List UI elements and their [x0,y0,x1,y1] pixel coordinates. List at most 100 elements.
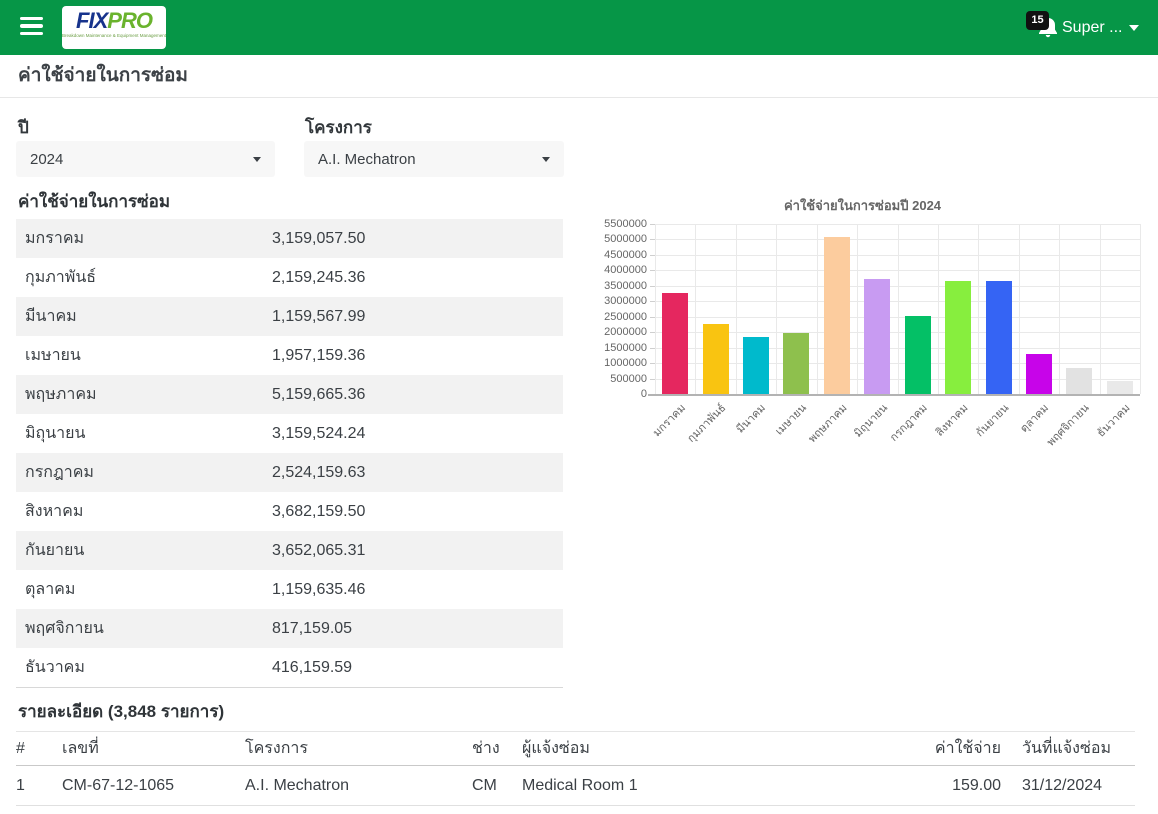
divider [0,97,1158,98]
y-tick-label: 5000000 [575,233,647,245]
y-tick-label: 4000000 [575,264,647,276]
month-amount: 3,159,524.24 [272,425,563,443]
month-amount: 3,682,159.50 [272,503,563,521]
month-name: มิถุนายน [16,421,272,446]
year-label: ปี [18,114,29,141]
logo-fix: FIX [76,8,107,33]
page-title: ค่าใช้จ่ายในการซ่อม [18,60,188,90]
month-amount: 2,524,159.63 [272,464,563,482]
logo-pro: PRO [107,8,152,33]
chart-bar [662,293,688,394]
month-row: ธันวาคม416,159.59 [16,648,563,687]
month-amount: 416,159.59 [272,659,563,677]
chevron-down-icon [1129,25,1139,31]
gridline [978,224,979,394]
month-row: กุมภาพันธ์2,159,245.36 [16,258,563,297]
gridline [817,224,818,394]
details-header-cell: ค่าใช้จ่าย [871,736,1001,761]
details-header-cell: วันที่แจ้งซ่อม [1001,736,1135,761]
x-tick-label: พฤศจิกายน [1045,402,1092,449]
chart-bar [783,333,809,394]
month-row: กันยายน3,652,065.31 [16,531,563,570]
y-tick-label: 2500000 [575,311,647,323]
gridline [857,224,858,394]
project-select[interactable]: A.I. Mechatron [304,141,564,177]
chart-bar [945,281,971,394]
month-name: กุมภาพันธ์ [16,265,272,290]
user-menu[interactable]: Super ... [1062,0,1139,55]
gridline [695,224,696,394]
month-name: พฤษภาคม [16,382,272,407]
fixpro-logo[interactable]: FIXPRO Breakdown Maintenance & Equipment… [62,6,166,49]
details-data-cell: 1 [16,777,62,795]
details-table: #เลขที่โครงการช่างผู้แจ้งซ่อมค่าใช้จ่ายว… [16,731,1135,806]
month-amount: 3,159,057.50 [272,230,563,248]
y-tick-label: 1500000 [575,342,647,354]
details-data-row[interactable]: 1CM-67-12-1065A.I. MechatronCMMedical Ro… [16,766,1135,806]
chevron-down-icon [253,157,261,162]
top-navbar: FIXPRO Breakdown Maintenance & Equipment… [0,0,1158,55]
project-label: โครงการ [305,114,372,141]
notification-bell-button[interactable]: 15 [1026,8,1060,44]
month-amount: 5,159,665.36 [272,386,563,404]
gridline [898,224,899,394]
month-row: มิถุนายน3,159,524.24 [16,414,563,453]
details-title: รายละเอียด (3,848 รายการ) [18,698,224,725]
monthly-costs-title: ค่าใช้จ่ายในการซ่อม [18,188,170,215]
details-data-cell: Medical Room 1 [522,777,871,795]
gridline [655,224,656,394]
details-header-cell: โครงการ [245,736,472,761]
notification-count-badge: 15 [1026,11,1049,30]
details-data-cell: CM [472,777,522,795]
details-header-cell: ผู้แจ้งซ่อม [522,736,871,761]
month-name: พฤศจิกายน [16,616,272,641]
x-tick-label: กรกฎาคม [888,402,930,444]
monthly-costs-bar-chart: ค่าใช้จ่ายในการซ่อมปี 2024 5500000500000… [575,195,1150,473]
logo-text: FIXPRO [62,9,166,33]
y-tick-label: 4500000 [575,249,647,261]
x-tick-label: มีนาคม [735,402,769,436]
month-name: สิงหาคม [16,499,272,524]
gridline [1140,224,1141,394]
gridline [1059,224,1060,394]
month-amount: 3,652,065.31 [272,542,563,560]
month-row: มกราคม3,159,057.50 [16,219,563,258]
x-tick-label: มกราคม [651,402,688,439]
hamburger-menu-icon[interactable] [20,17,43,37]
chart-bar [1107,381,1133,394]
year-select[interactable]: 2024 [16,141,275,177]
details-data-cell: 31/12/2024 [1001,777,1135,795]
chart-bar [986,281,1012,394]
chart-bar [864,279,890,394]
month-name: กันยายน [16,538,272,563]
project-select-value: A.I. Mechatron [318,151,542,168]
x-tick-label: ตุลาคม [1018,402,1051,435]
month-row: สิงหาคม3,682,159.50 [16,492,563,531]
y-tick-label: 2000000 [575,326,647,338]
gridline [736,224,737,394]
user-name: Super ... [1062,19,1122,37]
month-amount: 1,957,159.36 [272,347,563,365]
month-amount: 2,159,245.36 [272,269,563,287]
month-row: ตุลาคม1,159,635.46 [16,570,563,609]
month-name: ตุลาคม [16,577,272,602]
month-name: กรกฎาคม [16,460,272,485]
gridline [938,224,939,394]
gridline [776,224,777,394]
month-name: มกราคม [16,226,272,251]
chart-bar [1066,368,1092,394]
logo-tagline: Breakdown Maintenance & Equipment Manage… [62,33,166,39]
details-header-cell: เลขที่ [62,736,245,761]
chart-title: ค่าใช้จ่ายในการซ่อมปี 2024 [575,195,1150,216]
y-tick-label: 1000000 [575,357,647,369]
y-tick-label: 3500000 [575,280,647,292]
month-amount: 817,159.05 [272,620,563,638]
monthly-costs-table: มกราคม3,159,057.50กุมภาพันธ์2,159,245.36… [16,219,563,688]
month-row: พฤษภาคม5,159,665.36 [16,375,563,414]
month-name: ธันวาคม [16,655,272,680]
x-tick-label: กันยายน [974,402,1011,439]
x-tick-label: เมษายน [773,402,809,438]
details-data-cell: 159.00 [871,777,1001,795]
details-header-row: #เลขที่โครงการช่างผู้แจ้งซ่อมค่าใช้จ่ายว… [16,731,1135,766]
month-row: เมษายน1,957,159.36 [16,336,563,375]
